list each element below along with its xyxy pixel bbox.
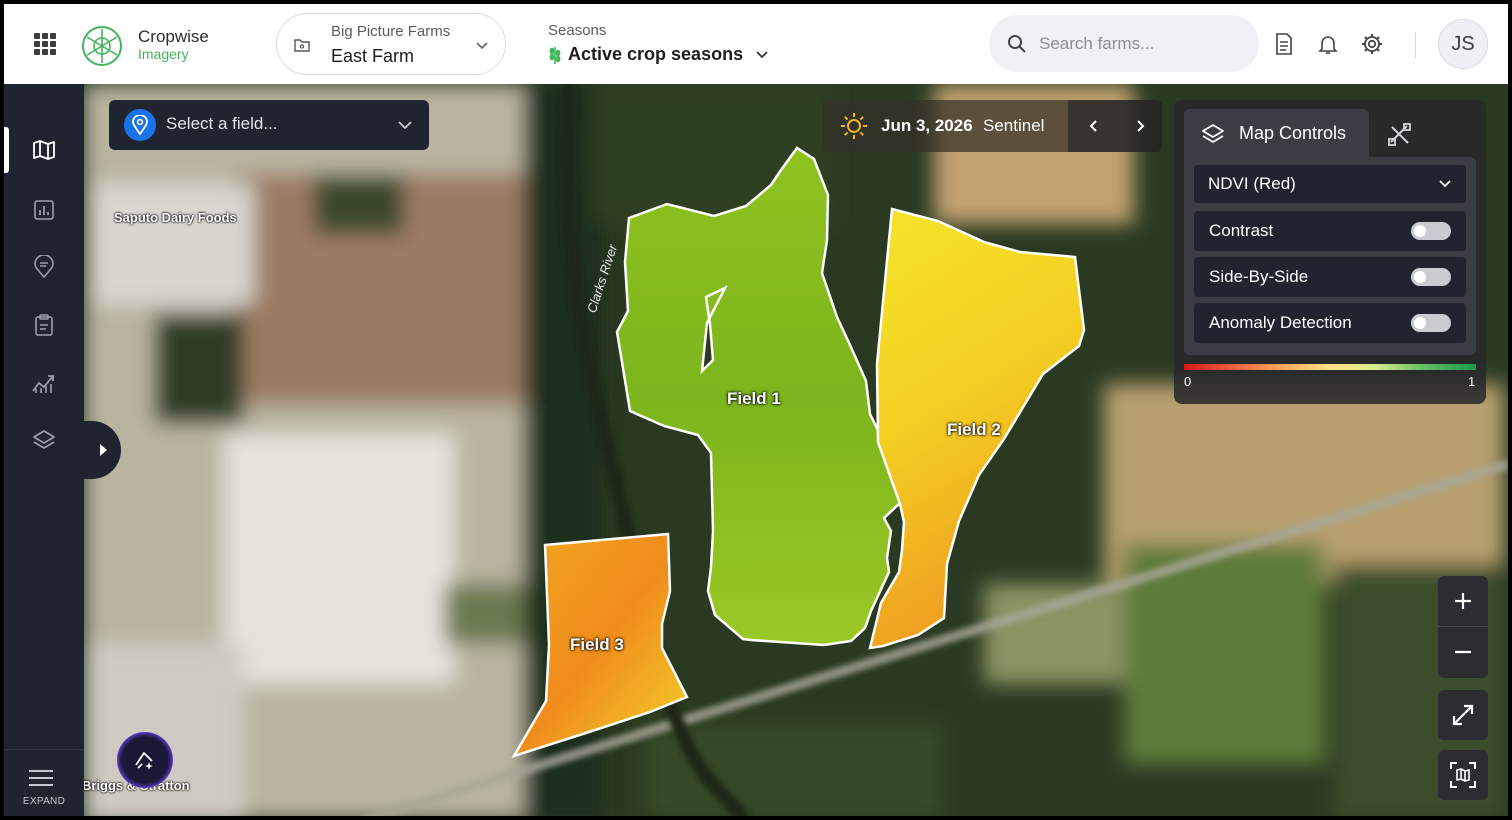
layers-icon	[1202, 124, 1224, 143]
chevron-right-icon	[1137, 120, 1145, 132]
cropwise-logo-icon	[82, 26, 122, 66]
farm-organization: Big Picture Farms	[331, 23, 451, 40]
document-icon[interactable]	[1272, 32, 1296, 56]
tools-icon[interactable]	[1387, 122, 1413, 148]
note-pin-icon	[34, 255, 54, 279]
header-divider	[1415, 32, 1416, 58]
chart-icon	[34, 200, 54, 220]
legend-min-label: 0	[1184, 374, 1192, 389]
folder-icon	[294, 39, 310, 52]
location-pin-icon	[124, 109, 156, 141]
field-3-label[interactable]: Field 3	[570, 635, 624, 655]
farm-selector[interactable]: Big Picture Farms East Farm	[276, 13, 506, 75]
seasons-label: Seasons	[548, 22, 607, 39]
crop-icon	[549, 46, 561, 64]
layers-icon	[33, 430, 55, 449]
sidebar-expand-button[interactable]: EXPAND	[4, 749, 84, 816]
farm-name: East Farm	[331, 46, 415, 66]
layer-select-value: NDVI (Red)	[1208, 174, 1296, 193]
contrast-toggle[interactable]	[1411, 222, 1451, 240]
expand-label: EXPAND	[22, 796, 66, 807]
sidebar-item-tasks[interactable]	[4, 300, 84, 350]
next-date-button[interactable]	[1128, 114, 1152, 138]
plus-icon	[1455, 593, 1471, 609]
chevron-down-icon	[1439, 180, 1451, 188]
chevron-down-icon	[398, 121, 412, 130]
expand-icon	[1452, 704, 1474, 726]
search-icon	[1008, 35, 1026, 53]
seasons-value: Active crop seasons	[568, 44, 744, 64]
imagery-source: Sentinel	[983, 116, 1045, 135]
map-view[interactable]: Saputo Dairy Foods Briggs & Stratton Cla…	[84, 84, 1508, 816]
anomaly-detection-toggle[interactable]	[1411, 314, 1451, 332]
map-controls-panel: Map Controls NDVI (Red) Contrast Side-By…	[1174, 100, 1486, 404]
sparkle-icon	[135, 752, 153, 770]
imagery-date: Jun 3, 2026	[881, 116, 973, 135]
side-by-side-label: Side-By-Side	[1209, 267, 1309, 286]
side-by-side-toggle-row: Side-By-Side	[1194, 257, 1466, 297]
brand: Cropwise Imagery	[138, 27, 209, 62]
tab-map-controls[interactable]: Map Controls	[1184, 109, 1369, 157]
search-input[interactable]	[1037, 29, 1241, 59]
poi-label: Saputo Dairy Foods	[114, 210, 237, 225]
zoom-controls	[1438, 576, 1488, 678]
sidebar: EXPAND	[4, 84, 84, 816]
sidebar-item-reports[interactable]	[4, 185, 84, 235]
contrast-label: Contrast	[1209, 221, 1274, 240]
season-selector[interactable]: Seasons Active crop seasons	[548, 22, 768, 64]
imagery-date-bar: Jun 3, 2026 Sentinel	[822, 100, 1162, 152]
caret-right-icon	[99, 444, 107, 456]
field-selector[interactable]: Select a field...	[109, 100, 429, 150]
bell-icon[interactable]	[1316, 32, 1340, 56]
chevron-down-icon	[476, 42, 488, 50]
minus-icon	[1455, 650, 1471, 654]
sun-icon	[841, 113, 867, 139]
fullscreen-button[interactable]	[1438, 690, 1488, 740]
map-icon	[33, 140, 55, 160]
fit-to-fields-button[interactable]	[1438, 750, 1488, 800]
sidebar-item-map[interactable]	[4, 125, 84, 175]
grid-icon[interactable]	[34, 33, 56, 55]
app-window: Cropwise Imagery Big Picture Farms East …	[0, 0, 1512, 820]
hamburger-icon	[29, 770, 53, 786]
previous-date-button[interactable]	[1082, 114, 1106, 138]
field-selector-label: Select a field...	[166, 114, 278, 133]
layer-select[interactable]: NDVI (Red)	[1194, 165, 1466, 203]
side-by-side-toggle[interactable]	[1411, 268, 1451, 286]
sidebar-item-analytics[interactable]	[4, 358, 84, 408]
trend-icon	[32, 375, 54, 393]
sidebar-item-layers[interactable]	[4, 415, 84, 465]
brand-name: Cropwise	[138, 27, 209, 46]
zoom-in-button[interactable]	[1438, 576, 1488, 626]
gear-icon[interactable]	[1360, 32, 1384, 56]
legend-max-label: 1	[1468, 374, 1476, 389]
anomaly-detection-label: Anomaly Detection	[1209, 313, 1352, 332]
anomaly-detection-toggle-row: Anomaly Detection	[1194, 303, 1466, 343]
clipboard-icon	[35, 314, 53, 336]
chevron-down-icon	[756, 50, 768, 58]
ai-assistant-button[interactable]	[117, 732, 173, 788]
field-1-label[interactable]: Field 1	[727, 389, 781, 409]
sidebar-item-notes[interactable]	[4, 242, 84, 292]
map-controls-label: Map Controls	[1239, 123, 1347, 143]
zoom-out-button[interactable]	[1438, 627, 1488, 677]
fit-bounds-icon	[1450, 762, 1476, 788]
field-2-label[interactable]: Field 2	[947, 420, 1001, 440]
brand-product: Imagery	[138, 45, 189, 62]
search-bar	[989, 15, 1259, 72]
top-header: Cropwise Imagery Big Picture Farms East …	[4, 4, 1508, 85]
ndvi-legend-bar	[1184, 364, 1476, 370]
chevron-left-icon	[1089, 120, 1097, 132]
avatar[interactable]: JS	[1438, 19, 1488, 69]
contrast-toggle-row: Contrast	[1194, 211, 1466, 251]
